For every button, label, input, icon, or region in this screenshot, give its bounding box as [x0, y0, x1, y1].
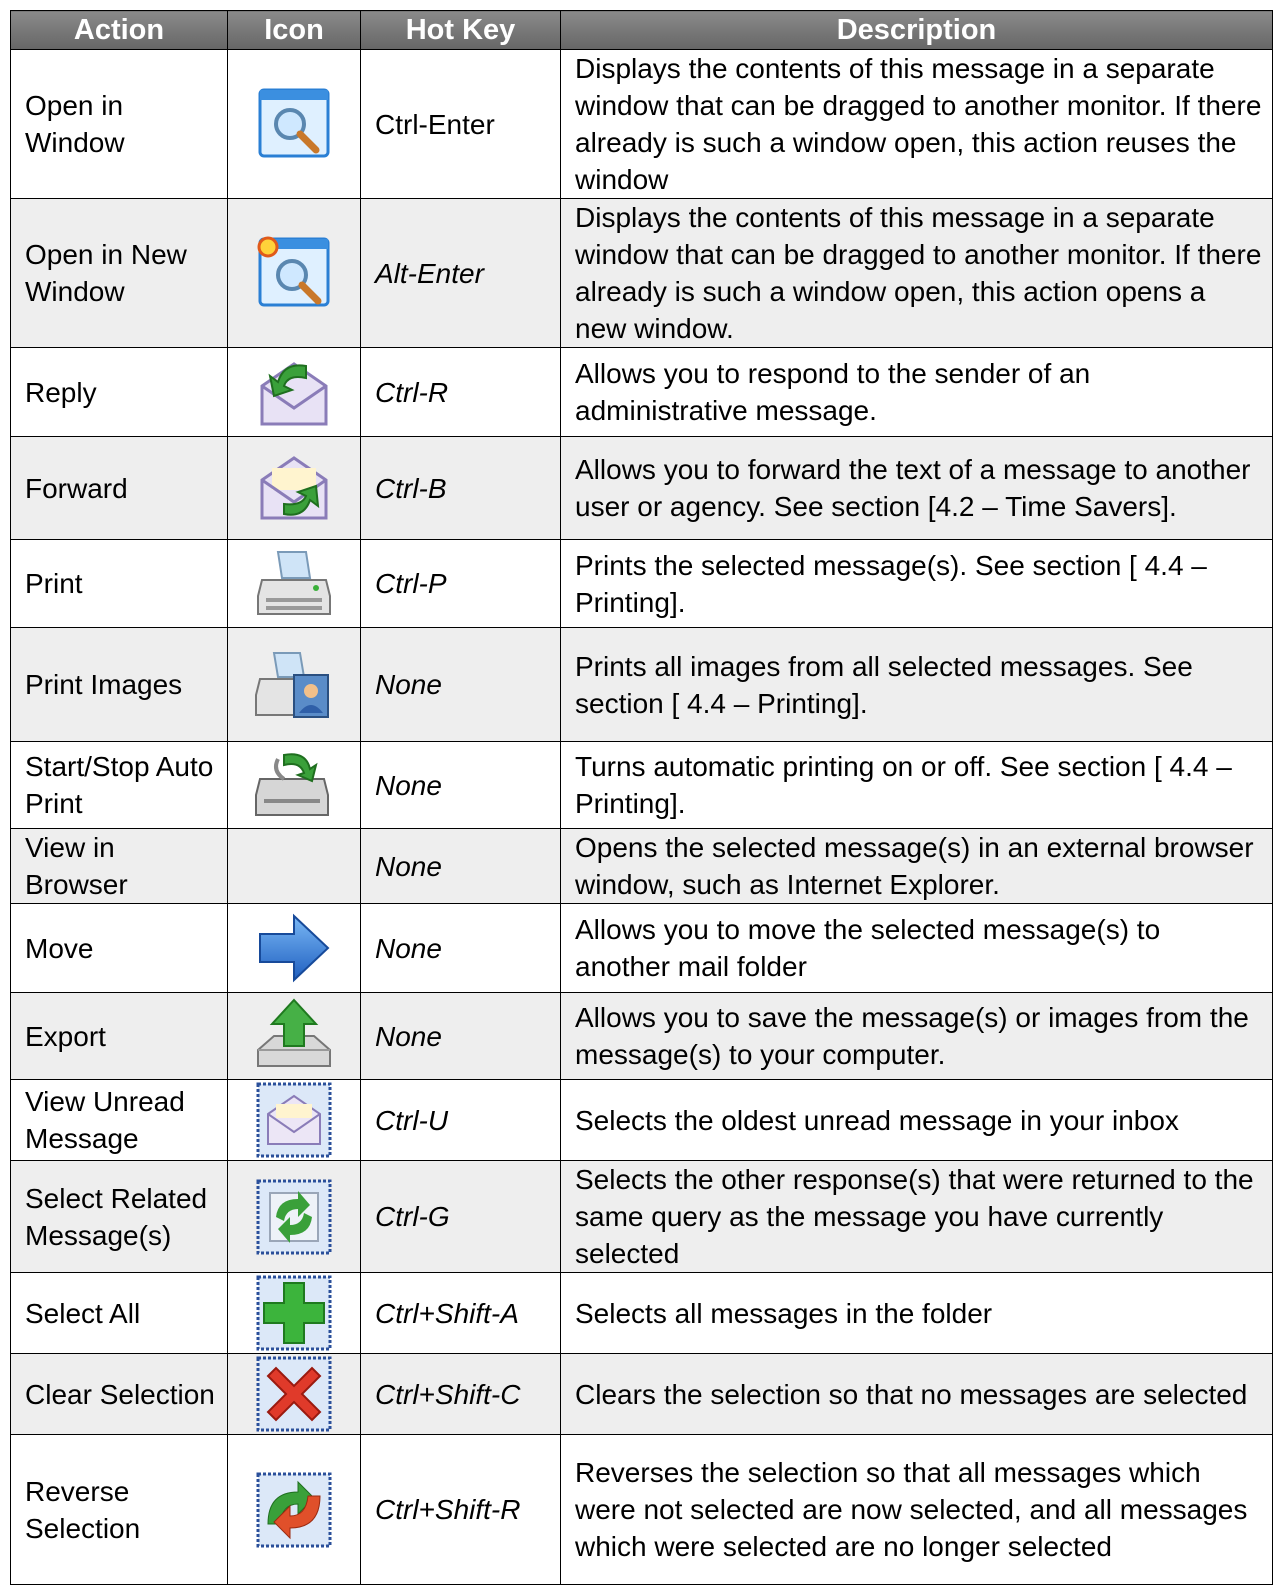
description-cell: Prints all images from all selected mess… — [560, 627, 1273, 742]
table-row: Select Related Message(s) Ctrl-G Selects… — [10, 1160, 1273, 1273]
action-cell: Clear Selection — [10, 1353, 228, 1435]
hotkey-cell: None — [360, 828, 561, 904]
table-row: Clear Selection Ctrl+Shift-C Clears the … — [10, 1353, 1273, 1435]
description-cell: Allows you to forward the text of a mess… — [560, 436, 1273, 540]
table-row: Open in Window Ctrl-Enter Displays the c… — [10, 49, 1273, 199]
hotkey-cell: Ctrl-U — [360, 1079, 561, 1161]
actions-table: Action Icon Hot Key Description Open in … — [10, 10, 1273, 1585]
table-row: Select All Ctrl+Shift-A Selects all mess… — [10, 1272, 1273, 1354]
empty-icon-cell — [227, 828, 361, 904]
action-cell: Move — [10, 903, 228, 993]
clear-selection-x-icon — [254, 1354, 334, 1434]
description-cell: Selects the oldest unread message in you… — [560, 1079, 1273, 1161]
print-images-icon — [254, 645, 334, 725]
reply-envelope-icon — [254, 352, 334, 432]
action-cell: View Unread Message — [10, 1079, 228, 1161]
new-window-magnifier-icon — [254, 233, 334, 313]
table-row: Open in New Window Alt-Enter Displays th… — [10, 198, 1273, 348]
hotkey-cell: Ctrl-B — [360, 436, 561, 540]
window-magnifier-icon — [254, 84, 334, 164]
table-row: Start/Stop Auto Print None Turns automat… — [10, 741, 1273, 829]
header-description: Description — [560, 10, 1273, 50]
description-cell: Opens the selected message(s) in an exte… — [560, 828, 1273, 904]
description-cell: Turns automatic printing on or off. See … — [560, 741, 1273, 829]
description-cell: Displays the contents of this message in… — [560, 198, 1273, 348]
header-icon: Icon — [227, 10, 361, 50]
action-cell: Select Related Message(s) — [10, 1160, 228, 1273]
action-cell: Start/Stop Auto Print — [10, 741, 228, 829]
hotkey-cell: Ctrl+Shift-R — [360, 1434, 561, 1585]
description-cell: Allows you to save the message(s) or ima… — [560, 992, 1273, 1080]
action-cell: Export — [10, 992, 228, 1080]
hotkey-cell: None — [360, 741, 561, 829]
auto-print-icon — [254, 745, 334, 825]
hotkey-cell: Ctrl+Shift-A — [360, 1272, 561, 1354]
table-row: Print Images None Prints all images from… — [10, 627, 1273, 742]
action-cell: Open in New Window — [10, 198, 228, 348]
hotkey-cell: None — [360, 627, 561, 742]
related-messages-icon — [254, 1177, 334, 1257]
action-cell: Print — [10, 539, 228, 628]
description-cell: Reverses the selection so that all messa… — [560, 1434, 1273, 1585]
reverse-selection-icon — [254, 1470, 334, 1550]
action-cell: Print Images — [10, 627, 228, 742]
export-icon — [254, 996, 334, 1076]
table-row: Print Ctrl-P Prints the selected message… — [10, 539, 1273, 628]
description-cell: Allows you to respond to the sender of a… — [560, 347, 1273, 437]
table-row: Forward Ctrl-B Allows you to forward the… — [10, 436, 1273, 540]
hotkey-cell: None — [360, 992, 561, 1080]
hotkey-cell: Ctrl+Shift-C — [360, 1353, 561, 1435]
action-cell: Reply — [10, 347, 228, 437]
action-cell: Reverse Selection — [10, 1434, 228, 1585]
action-cell: View in Browser — [10, 828, 228, 904]
table-row: Reverse Selection Ctrl+Shift-R Reverses … — [10, 1434, 1273, 1585]
forward-envelope-icon — [254, 448, 334, 528]
header-action: Action — [10, 10, 228, 50]
hotkey-cell: Ctrl-R — [360, 347, 561, 437]
select-all-plus-icon — [254, 1273, 334, 1353]
printer-icon — [254, 544, 334, 624]
table-row: Move None Allows you to move the selecte… — [10, 903, 1273, 993]
action-cell: Select All — [10, 1272, 228, 1354]
table-row: Export None Allows you to save the messa… — [10, 992, 1273, 1080]
action-cell: Open in Window — [10, 49, 228, 199]
description-cell: Allows you to move the selected message(… — [560, 903, 1273, 993]
action-cell: Forward — [10, 436, 228, 540]
description-cell: Prints the selected message(s). See sect… — [560, 539, 1273, 628]
description-cell: Selects all messages in the folder — [560, 1272, 1273, 1354]
header-row: Action Icon Hot Key Description — [10, 10, 1273, 50]
move-arrow-icon — [254, 908, 334, 988]
hotkey-cell: Ctrl-P — [360, 539, 561, 628]
description-cell: Clears the selection so that no messages… — [560, 1353, 1273, 1435]
table-row: View Unread Message Ctrl-U Selects the o… — [10, 1079, 1273, 1161]
hotkey-cell: Ctrl-G — [360, 1160, 561, 1273]
description-cell: Displays the contents of this message in… — [560, 49, 1273, 199]
description-cell: Selects the other response(s) that were … — [560, 1160, 1273, 1273]
table-row: Reply Ctrl-R Allows you to respond to th… — [10, 347, 1273, 437]
table-row: View in Browser None Opens the selected … — [10, 828, 1273, 904]
unread-envelope-icon — [254, 1080, 334, 1160]
header-hotkey: Hot Key — [360, 10, 561, 50]
hotkey-cell: None — [360, 903, 561, 993]
hotkey-cell: Alt-Enter — [360, 198, 561, 348]
hotkey-cell: Ctrl-Enter — [360, 49, 561, 199]
